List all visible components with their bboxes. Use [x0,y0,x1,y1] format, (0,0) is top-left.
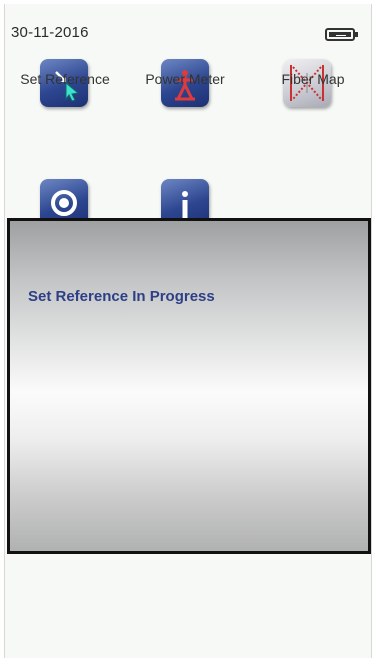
progress-message: Set Reference In Progress [28,288,215,305]
app-tile-power-meter[interactable]: Power Meter [135,4,255,154]
app-tile-settings[interactable] [5,154,135,227]
fiber-map-label: Fiber Map [281,71,345,87]
power-meter-label: Power Meter [145,71,225,87]
app-tile-info[interactable] [135,154,255,227]
progress-dialog: Set Reference In Progress [7,218,371,554]
app-tile-set-reference[interactable]: Set Reference [5,4,135,154]
app-tile-fiber-map[interactable]: Fiber Map [255,4,371,154]
device-screen: 30-11-2016 Set Reference Power Meter Fib… [4,4,372,658]
set-reference-label: Set Reference [20,71,110,87]
